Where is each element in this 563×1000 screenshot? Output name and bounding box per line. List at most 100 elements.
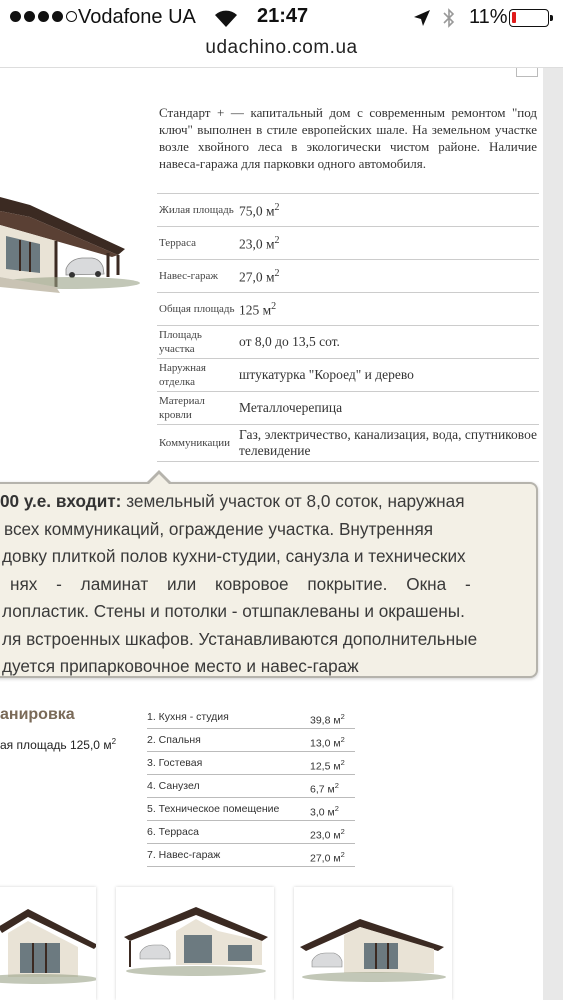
plan-total-area: ая площадь 125,0 м2: [0, 737, 116, 752]
web-page: Стандарт + — капитальный дом с современн…: [0, 68, 563, 1000]
spec-value: 75,0 м2: [237, 198, 539, 222]
callout-line: лопластик. Стены и потолки - отшпаклеван…: [2, 601, 465, 621]
room-row: 7. Навес-гараж 27,0 м2: [147, 844, 355, 867]
unit-sup: 2: [274, 268, 280, 280]
room-name: 4. Санузел: [147, 780, 200, 792]
room-area-text: 23,0 м: [310, 829, 341, 842]
house-thumbnail-image: [124, 907, 268, 976]
battery-icon: [509, 9, 553, 27]
unit-sup: 2: [340, 712, 345, 721]
unit-sup: 2: [334, 804, 339, 813]
room-area: 3,0 м2: [310, 798, 339, 824]
spec-value-text: Металлочерепица: [239, 400, 343, 415]
unit-sup: 2: [340, 827, 345, 836]
room-area: 39,8 м2: [310, 706, 345, 732]
spec-value-text: 125 м: [239, 302, 272, 318]
room-area: 27,0 м2: [310, 844, 345, 870]
room-name: 1. Кухня - студия: [147, 711, 229, 723]
room-area: 6,7 м2: [310, 775, 339, 801]
location-arrow-icon: [414, 10, 430, 26]
spec-value: Газ, электричество, канализация, вода, с…: [237, 425, 539, 461]
content-area: Стандарт + — капитальный дом с современн…: [0, 68, 543, 1000]
gallery-thumbnail[interactable]: [116, 887, 274, 1000]
spec-label: Терраса: [159, 237, 196, 249]
carrier-name: Vodafone UA: [78, 6, 196, 28]
room-row: 5. Техническое помещение 3,0 м2: [147, 798, 355, 821]
spec-row: Жилая площадь 75,0 м2: [157, 193, 539, 226]
spec-value-text: 27,0 м: [239, 269, 275, 285]
spec-value: 23,0 м2: [237, 231, 539, 255]
spec-label: Материал кровли: [159, 395, 205, 421]
spec-row: Навес-гараж 27,0 м2: [157, 259, 539, 292]
callout-line: земельный участок от 8,0 соток, наружная: [126, 491, 465, 511]
spec-label: Площадь участка: [159, 329, 202, 355]
unit-sup: 2: [334, 781, 339, 790]
room-area: 12,5 м2: [310, 752, 345, 778]
spec-label: Навес-гараж: [159, 270, 219, 282]
house-illustration: [0, 101, 142, 387]
room-area: 13,0 м2: [310, 729, 345, 755]
room-name: 7. Навес-гараж: [147, 849, 221, 861]
callout-lead: 00 у.е. входит:: [0, 491, 122, 511]
room-name: 3. Гостевая: [147, 757, 203, 769]
plan-title: анировка: [0, 706, 75, 723]
spec-value: Металлочерепица: [237, 398, 539, 418]
gallery-thumbnail[interactable]: [294, 887, 452, 1000]
address-bar[interactable]: udachino.com.ua: [0, 36, 563, 68]
unit-sup: 2: [274, 202, 280, 214]
spec-value-text: штукатурка "Короед" и дерево: [239, 367, 414, 382]
callout-line: всех коммуникаций, ограждение участка. В…: [4, 518, 434, 539]
callout-line: ля встроенных шкафов. Устанавливаются до…: [2, 628, 478, 649]
spec-label: Жилая площадь: [159, 204, 234, 216]
spec-value-text: 23,0 м: [239, 236, 275, 252]
room-list: 1. Кухня - студия 39,8 м2 2. Спальня 13,0 м…: [147, 706, 355, 867]
room-area: 23,0 м2: [310, 821, 345, 847]
callout-line: дуется припарковочное место и навес-гара…: [2, 656, 359, 676]
house-image[interactable]: [0, 101, 142, 387]
battery-percent: 11%: [469, 6, 508, 28]
unit-sup: 2: [271, 301, 277, 313]
spec-label: Коммуникации: [159, 437, 230, 449]
gallery-thumbnails: [0, 887, 543, 1000]
spec-label: Общая площадь: [159, 303, 235, 315]
signal-strength-icon: [10, 11, 77, 22]
room-row: 3. Гостевая 12,5 м2: [147, 752, 355, 775]
unit-sup: 2: [340, 735, 345, 744]
gallery-thumbnail[interactable]: [0, 887, 96, 1000]
room-area-text: 27,0 м: [310, 852, 341, 865]
room-area-text: 3,0 м: [310, 806, 335, 819]
unit-sup: 2: [340, 758, 345, 767]
spec-value: 27,0 м2: [237, 264, 539, 288]
spec-value-text: от 8,0 до 13,5 сот.: [239, 334, 340, 349]
spec-value: 125 м2: [237, 297, 539, 321]
spec-label: Наружная отделка: [159, 362, 206, 388]
room-row: 4. Санузел 6,7 м2: [147, 775, 355, 798]
menu-corner-icon[interactable]: [516, 68, 538, 77]
room-row: 2. Спальня 13,0 м2: [147, 729, 355, 752]
house-description: Стандарт + — капитальный дом с современн…: [159, 105, 537, 171]
spec-row: Наружная отделка штукатурка "Короед" и де…: [157, 358, 539, 391]
plan-total-area-text: ая площадь 125,0 м: [0, 738, 112, 752]
spec-value-text: Газ, электричество, канализация, вода, с…: [239, 427, 537, 458]
unit-sup: 2: [274, 235, 280, 247]
room-row: 1. Кухня - студия 39,8 м2: [147, 706, 355, 729]
spec-row: Общая площадь 125 м2: [157, 292, 539, 325]
clock: 21:47: [257, 5, 309, 27]
status-bar: Vodafone UA 21:47 11%: [0, 0, 563, 36]
page-margin: [543, 68, 563, 1000]
room-area-text: 39,8 м: [310, 714, 341, 727]
spec-row: Коммуникации Газ, электричество, канализа…: [157, 424, 539, 462]
room-name: 6. Терраса: [147, 826, 199, 838]
url-text: udachino.com.ua: [205, 37, 358, 58]
room-name: 5. Техническое помещение: [147, 803, 280, 815]
spec-row: Материал кровли Металлочерепица: [157, 391, 539, 424]
room-name: 2. Спальня: [147, 734, 201, 746]
unit-sup: 2: [340, 850, 345, 859]
spec-value: штукатурка "Короед" и дерево: [237, 365, 539, 385]
callout-line: довку плиткой полов кухни-студии, санузл…: [2, 546, 466, 566]
bluetooth-icon: [443, 8, 455, 28]
wifi-icon: [215, 10, 237, 27]
room-row: 6. Терраса 23,0 м2: [147, 821, 355, 844]
unit-sup: 2: [111, 737, 117, 746]
specs-table: Жилая площадь 75,0 м2 Терраса 23,0 м2 Навес-…: [157, 193, 539, 462]
